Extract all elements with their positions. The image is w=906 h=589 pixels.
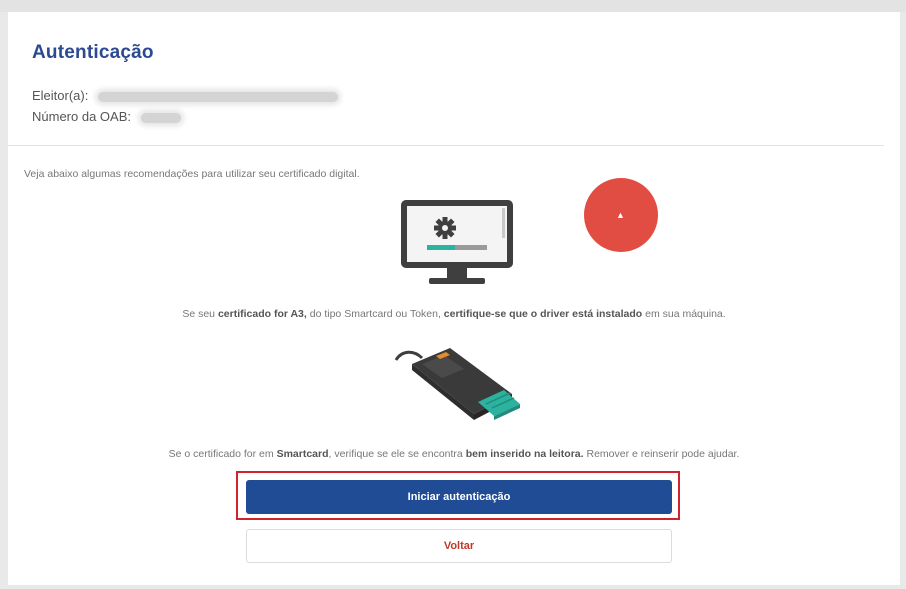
page-title: Autenticação [32,42,154,63]
tip-a3-text-1: Se seu [182,308,218,320]
back-button[interactable]: Voltar [246,529,672,563]
tip-smartcard-bold-1: Smartcard [276,448,329,460]
elector-name-redacted [97,91,338,102]
tip-smartcard-text-1: Se o certificado for em [168,448,277,460]
oab-label: Número da OAB: [32,109,131,124]
smartcard-reader-icon [394,348,520,420]
pointer-icon: ▲ [616,210,625,220]
oab-field: Número da OAB: [32,109,181,124]
tip-a3-bold-2: certifique-se que o driver está instalad… [443,308,643,320]
tip-smartcard-text-3: Remover e reinserir pode ajudar. [583,448,740,460]
tip-a3-bold-1: certificado for A3, [217,308,307,320]
divider [8,145,884,146]
tip-smartcard-bold-2: bem inserido na leitora. [465,448,584,460]
oab-number-redacted [140,112,181,123]
tip-smartcard: Se o certificado for em Smartcard, verif… [8,448,900,460]
tip-a3-driver: Se seu certificado for A3, do tipo Smart… [8,308,900,320]
tip-smartcard-text-2: , verifique se ele se encontra [328,448,466,460]
computer-settings-icon [401,200,513,284]
tip-a3-text-2: do tipo Smartcard ou Token, [306,308,444,320]
elector-field: Eleitor(a): [32,88,338,103]
tip-a3-text-3: em sua máquina. [642,308,726,320]
authentication-card: Autenticação Eleitor(a): Número da OAB: … [8,12,900,585]
start-authentication-button[interactable]: Iniciar autenticação [246,480,672,514]
elector-label: Eleitor(a): [32,88,89,103]
mouse-click-indicator: ▲ [584,178,658,252]
intro-text: Veja abaixo algumas recomendações para u… [24,168,360,180]
top-bar [0,0,906,12]
